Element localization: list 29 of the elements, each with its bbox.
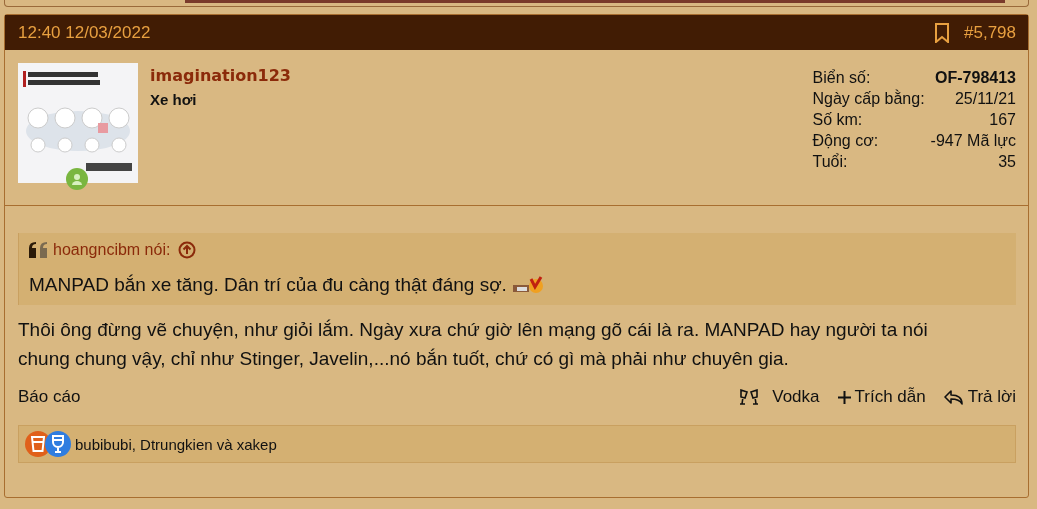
stat-label: Ngày cấp bằng: <box>812 90 925 108</box>
stat-label: Số km: <box>812 111 864 129</box>
glasses-icon <box>738 388 761 406</box>
quote-icon <box>29 242 49 258</box>
arrow-up-circle-icon[interactable] <box>178 241 197 259</box>
report-link[interactable]: Báo cáo <box>18 387 81 407</box>
stat-label: Động cơ: <box>812 132 880 150</box>
stat-value: 25/11/21 <box>953 90 1016 108</box>
user-title: Xe hơi <box>150 91 197 108</box>
vodka-button[interactable]: Vodka <box>738 387 820 407</box>
post-number[interactable]: #5,798 <box>964 22 1016 43</box>
quote-author[interactable]: hoangncibm nói: <box>53 241 171 259</box>
reply-button[interactable]: Trả lời <box>943 387 1016 407</box>
stat-label: Biển số: <box>812 69 872 87</box>
wine-reaction-icon[interactable] <box>45 431 71 457</box>
stat-label: Tuổi: <box>812 153 849 171</box>
stat-value: 35 <box>997 153 1016 171</box>
reaction-users[interactable]: bubibubi, Dtrungkien và xakep <box>75 435 277 453</box>
quote-text: MANPAD bắn xe tăng. Dân trí của đu càng thật đáng sợ. <box>29 274 507 296</box>
stat-value: OF-798413 <box>934 69 1016 87</box>
bookmark-icon[interactable] <box>934 22 950 43</box>
quote-button[interactable]: Trích dẫn <box>837 387 926 407</box>
reply-icon <box>943 389 964 405</box>
post-message: Thôi ông đừng vẽ chuyện, như giỏi lắm. Ngày xưa chứ giờ lên mạng gõ cái là ra. MANPAD hay người ta nói chung chung vậy, chỉ như Stinger, Javelin,...nó bắn tuốt, chứ có gì mà phải như chuyên gia. <box>18 318 929 371</box>
plus-icon <box>837 390 851 404</box>
username[interactable]: imagination123 <box>150 66 291 85</box>
post-time: 12:40 12/03/2022 <box>18 22 151 43</box>
stat-value: 167 <box>988 111 1016 129</box>
stat-value: -947 Mã lực <box>930 132 1016 150</box>
